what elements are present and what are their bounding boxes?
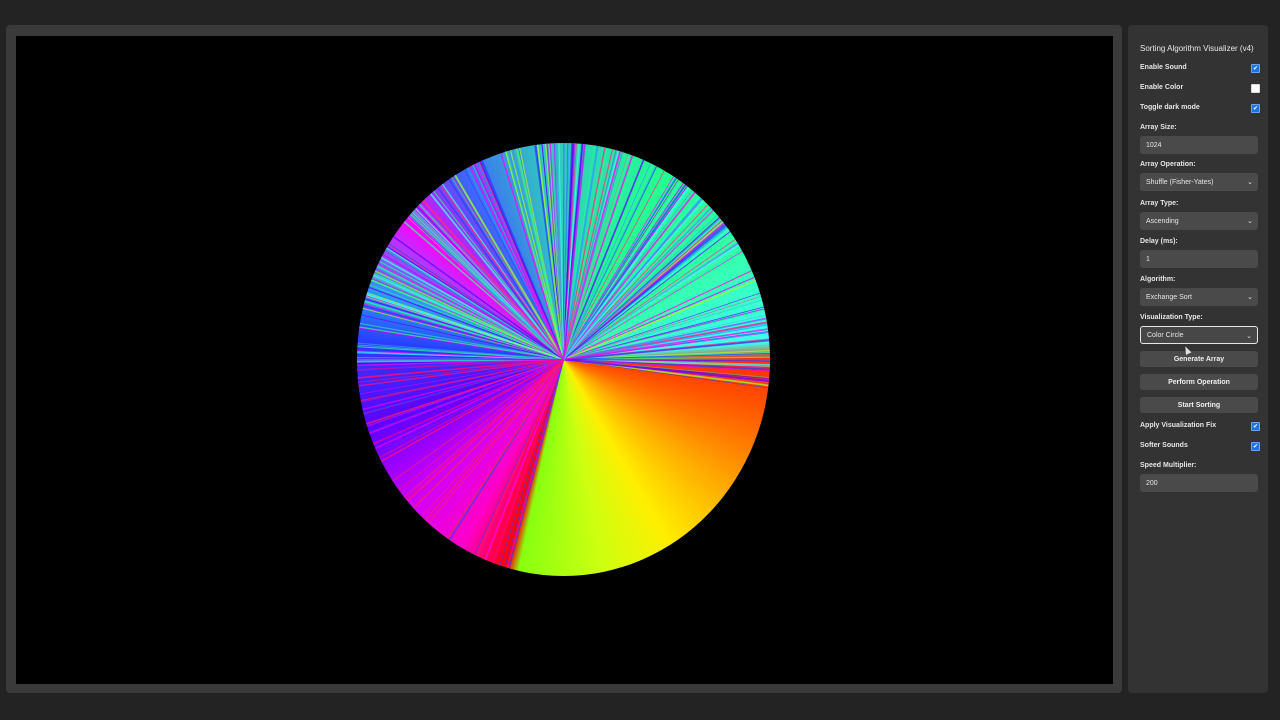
chevron-down-icon: ⌄ — [1247, 218, 1253, 225]
visualizer-canvas — [16, 36, 1113, 684]
dark-mode-checkbox[interactable]: ✔ — [1251, 104, 1260, 113]
array-operation-value: Shuffle (Fisher-Yates) — [1146, 178, 1214, 186]
color-ray — [477, 359, 564, 557]
color-ray — [563, 177, 676, 360]
color-circle-rays — [357, 143, 770, 569]
array-size-label: Array Size: — [1140, 124, 1177, 131]
enable-sound-checkbox[interactable]: ✔ — [1251, 64, 1260, 73]
speed-multiplier-label: Speed Multiplier: — [1140, 462, 1197, 469]
checkmark-icon: ✔ — [1252, 65, 1259, 72]
panel-title: Sorting Algorithm Visualizer (v4) — [1140, 44, 1254, 53]
softer-sounds-checkbox[interactable]: ✔ — [1251, 442, 1260, 451]
chevron-down-icon: ⌄ — [1246, 333, 1252, 340]
delay-input[interactable]: 1 — [1140, 250, 1258, 268]
control-panel: Sorting Algorithm Visualizer (v4) Enable… — [1128, 25, 1268, 693]
speed-multiplier-input[interactable]: 200 — [1140, 474, 1258, 492]
array-size-input[interactable]: 1024 — [1140, 136, 1258, 154]
visualizer-frame — [6, 25, 1122, 693]
checkmark-icon: ✔ — [1252, 443, 1259, 450]
array-type-select[interactable]: Ascending ⌄ — [1140, 212, 1258, 230]
checkmark-icon: ✔ — [1252, 423, 1259, 430]
visualization-type-value: Color Circle — [1147, 331, 1184, 339]
array-operation-select[interactable]: Shuffle (Fisher-Yates) ⌄ — [1140, 173, 1258, 191]
softer-sounds-label: Softer Sounds — [1140, 442, 1188, 449]
algorithm-select[interactable]: Exchange Sort ⌄ — [1140, 288, 1258, 306]
chevron-down-icon: ⌄ — [1247, 294, 1253, 301]
algorithm-value: Exchange Sort — [1146, 293, 1192, 301]
start-sorting-button[interactable]: Start Sorting — [1140, 397, 1258, 413]
enable-sound-label: Enable Sound — [1140, 64, 1187, 71]
visualization-type-label: Visualization Type: — [1140, 314, 1203, 321]
array-operation-label: Array Operation: — [1140, 161, 1196, 168]
array-type-value: Ascending — [1146, 217, 1179, 225]
perform-operation-button[interactable]: Perform Operation — [1140, 374, 1258, 390]
generate-array-button[interactable]: Generate Array — [1140, 351, 1258, 367]
viz-fix-checkbox[interactable]: ✔ — [1251, 422, 1260, 431]
color-circle — [357, 143, 770, 576]
algorithm-label: Algorithm: — [1140, 276, 1176, 283]
chevron-down-icon: ⌄ — [1247, 179, 1253, 186]
checkmark-icon: ✔ — [1252, 105, 1259, 112]
enable-color-checkbox[interactable] — [1251, 84, 1260, 93]
color-ray — [451, 359, 564, 542]
delay-label: Delay (ms): — [1140, 238, 1178, 245]
enable-color-label: Enable Color — [1140, 84, 1184, 91]
array-type-label: Array Type: — [1140, 200, 1179, 207]
viz-fix-label: Apply Visualization Fix — [1140, 422, 1217, 429]
dark-mode-label: Toggle dark mode — [1140, 104, 1200, 111]
visualization-type-select[interactable]: Color Circle ⌄ — [1140, 326, 1258, 344]
